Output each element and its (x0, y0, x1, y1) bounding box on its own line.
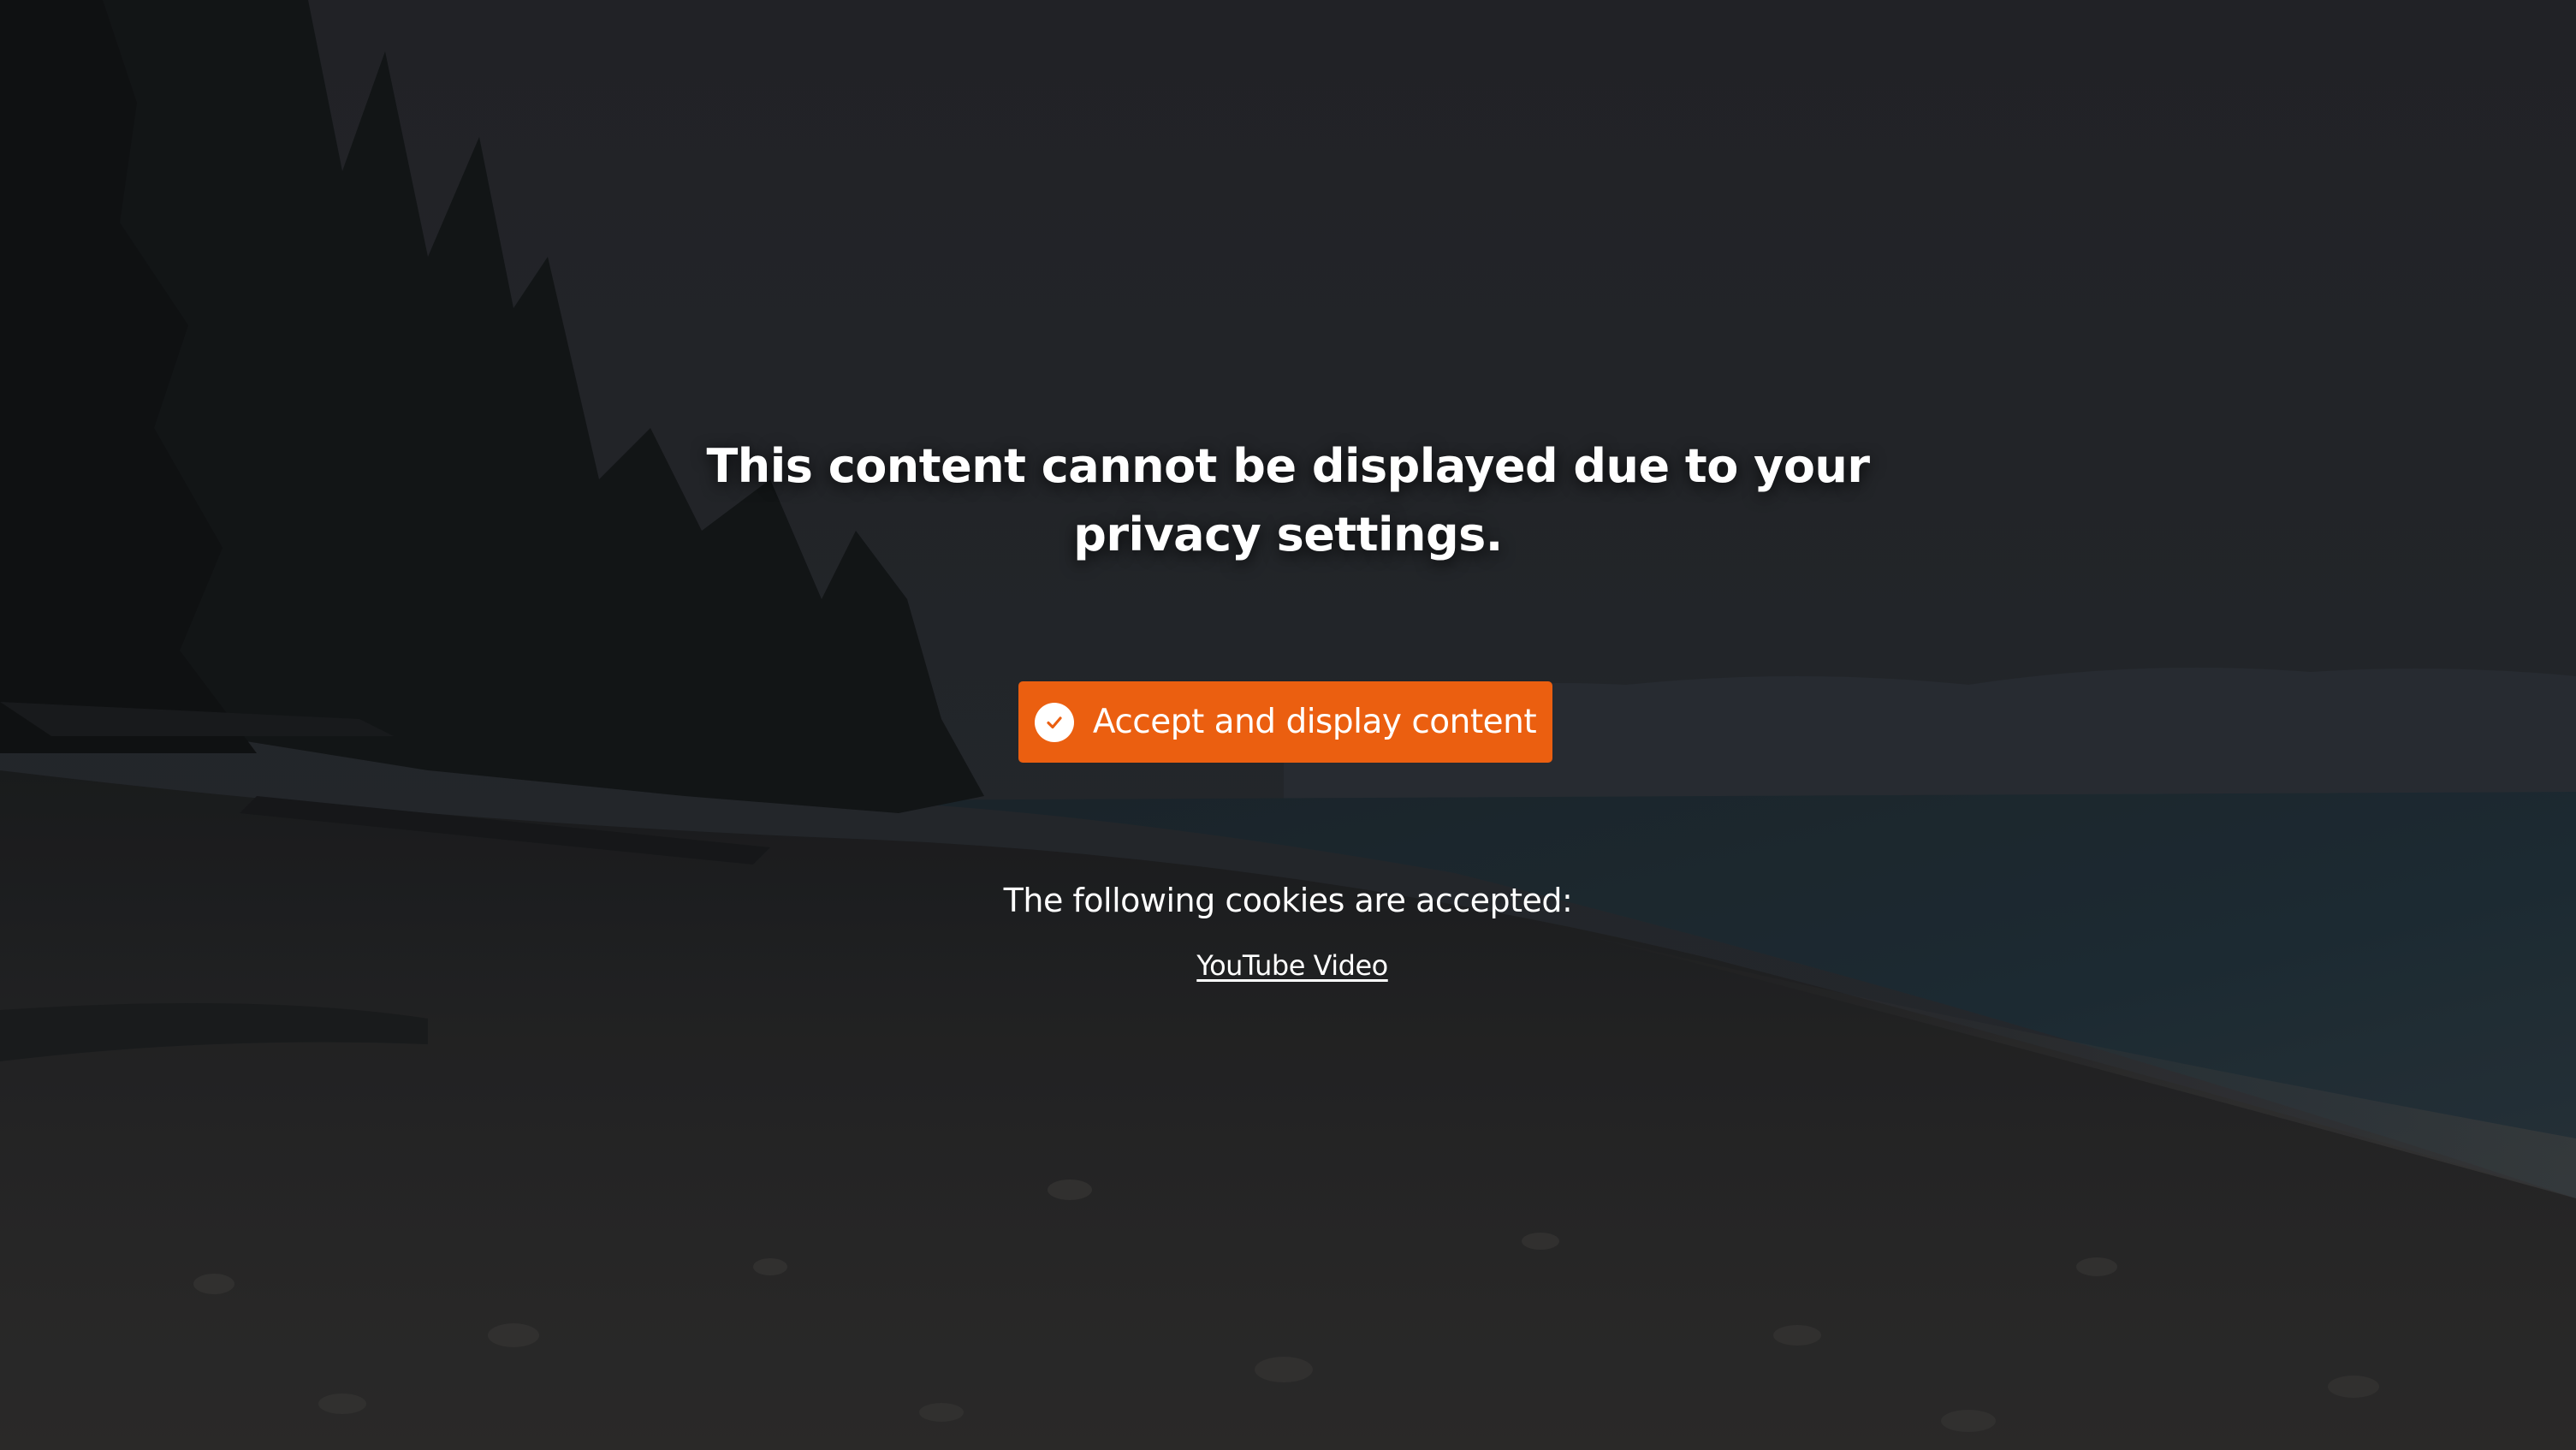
accept-display-content-button[interactable]: Accept and display content (1018, 681, 1552, 763)
accepted-cookies-label: The following cookies are accepted: (1003, 882, 1573, 919)
youtube-video-cookie-link[interactable]: YouTube Video (1078, 949, 1506, 982)
privacy-consent-overlay: This content cannot be displayed due to … (0, 0, 2576, 1450)
privacy-message: This content cannot be displayed due to … (706, 439, 1870, 562)
accept-button-label: Accept and display content (1092, 703, 1537, 741)
check-circle-icon (1034, 702, 1074, 742)
